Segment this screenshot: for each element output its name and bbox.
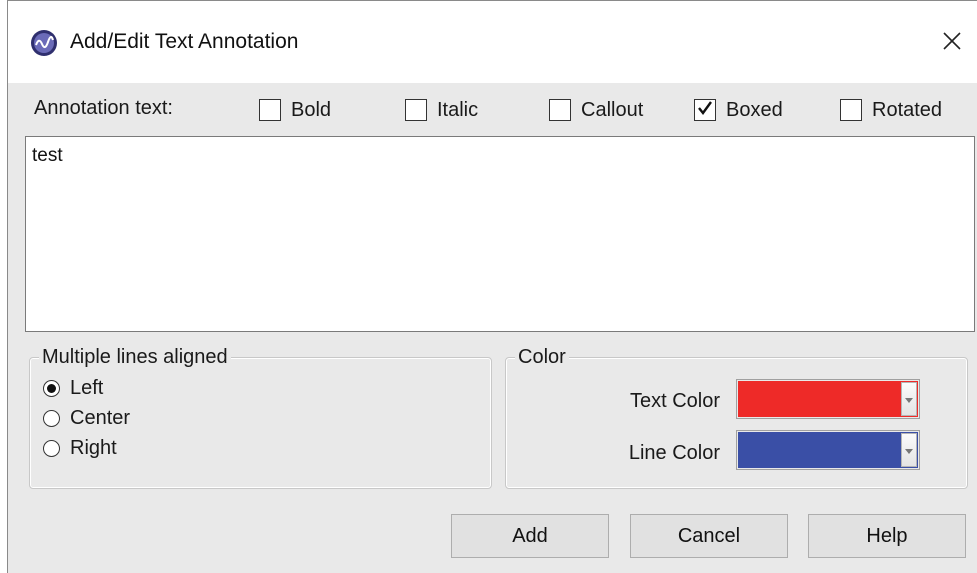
close-icon bbox=[942, 31, 962, 56]
line-color-label: Line Color bbox=[628, 442, 720, 464]
checkbox-box[interactable] bbox=[405, 99, 427, 121]
chevron-down-icon bbox=[905, 390, 913, 408]
align-center-label: Center bbox=[70, 406, 131, 429]
add-button[interactable]: Add bbox=[451, 514, 609, 558]
chevron-down-icon bbox=[905, 441, 913, 459]
alignment-group: Multiple lines aligned Left Center Right bbox=[29, 345, 492, 489]
callout-checkbox[interactable]: Callout bbox=[549, 95, 643, 125]
align-right-label: Right bbox=[70, 436, 117, 459]
text-color-select[interactable] bbox=[736, 379, 920, 419]
checkmark-icon bbox=[697, 99, 713, 122]
app-logo-icon bbox=[30, 29, 58, 57]
rotated-label: Rotated bbox=[872, 98, 943, 121]
radio-button[interactable] bbox=[43, 379, 60, 397]
text-color-swatch bbox=[738, 381, 918, 417]
cancel-button[interactable]: Cancel bbox=[630, 514, 788, 558]
dropdown-button[interactable] bbox=[901, 382, 917, 416]
help-button[interactable]: Help bbox=[808, 514, 966, 558]
dialog-window: Add/Edit Text Annotation Annotation text… bbox=[7, 0, 977, 573]
rotated-checkbox[interactable]: Rotated bbox=[840, 95, 942, 125]
line-color-select[interactable] bbox=[736, 430, 920, 470]
checkbox-box[interactable] bbox=[694, 99, 716, 121]
annotation-text-label: Annotation text: bbox=[34, 97, 173, 119]
boxed-checkbox[interactable]: Boxed bbox=[694, 95, 783, 125]
bold-label: Bold bbox=[291, 98, 332, 121]
italic-label: Italic bbox=[437, 98, 479, 121]
boxed-label: Boxed bbox=[726, 98, 783, 121]
text-color-label: Text Color bbox=[629, 390, 720, 412]
radio-selected-dot bbox=[47, 383, 56, 393]
close-button[interactable] bbox=[934, 23, 970, 63]
checkbox-box[interactable] bbox=[840, 99, 862, 121]
bold-checkbox[interactable]: Bold bbox=[259, 95, 331, 125]
radio-button[interactable] bbox=[43, 439, 60, 457]
color-group: Color Text Color Line Color bbox=[505, 345, 968, 489]
align-left-radio[interactable]: Left bbox=[43, 375, 103, 401]
checkbox-box[interactable] bbox=[259, 99, 281, 121]
dropdown-button[interactable] bbox=[901, 433, 917, 467]
window-title: Add/Edit Text Annotation bbox=[70, 30, 299, 53]
color-legend: Color bbox=[515, 345, 569, 369]
alignment-legend: Multiple lines aligned bbox=[39, 345, 231, 369]
align-right-radio[interactable]: Right bbox=[43, 435, 117, 461]
align-left-label: Left bbox=[70, 376, 104, 399]
italic-checkbox[interactable]: Italic bbox=[405, 95, 478, 125]
line-color-swatch bbox=[738, 432, 918, 468]
title-bar: Add/Edit Text Annotation bbox=[8, 1, 977, 83]
align-center-radio[interactable]: Center bbox=[43, 405, 130, 431]
annotation-text-input[interactable]: test bbox=[25, 136, 975, 332]
radio-button[interactable] bbox=[43, 409, 60, 427]
checkbox-box[interactable] bbox=[549, 99, 571, 121]
callout-label: Callout bbox=[581, 98, 644, 121]
